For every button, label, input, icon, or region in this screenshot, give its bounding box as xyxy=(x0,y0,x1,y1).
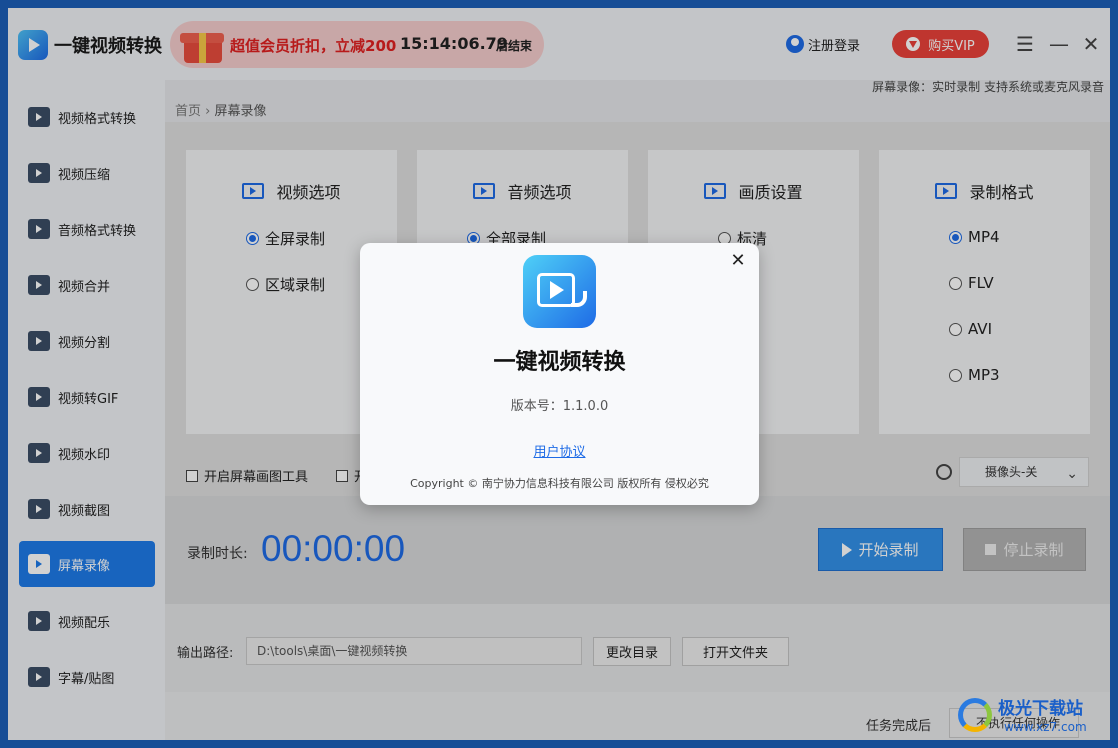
dialog-close-icon[interactable]: ✕ xyxy=(730,252,746,270)
about-dialog: ✕ 一键视频转换 版本号：1.1.0.0 用户协议 Copyright © 南宁… xyxy=(360,243,759,505)
dialog-copyright: Copyright © 南宁协力信息科技有限公司 版权所有 侵权必究 xyxy=(410,477,709,490)
dialog-title: 一键视频转换 xyxy=(493,350,626,375)
dialog-version: 版本号：1.1.0.0 xyxy=(510,399,609,414)
app-logo-icon xyxy=(523,255,596,328)
user-agreement-link[interactable]: 用户协议 xyxy=(360,441,759,460)
watermark-logo-icon xyxy=(958,698,992,732)
watermark-text: 极光下载站 xyxy=(998,699,1083,719)
watermark-url: www.xz7.com xyxy=(1004,720,1087,734)
site-watermark: 极光下载站 www.xz7.com xyxy=(958,694,1116,744)
